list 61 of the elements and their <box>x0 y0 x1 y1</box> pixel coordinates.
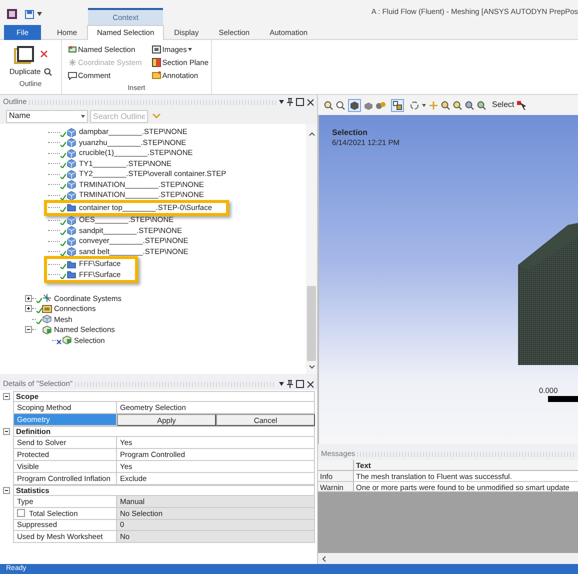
caret-icon[interactable] <box>37 12 42 16</box>
folder-icon <box>42 304 52 314</box>
caret-icon[interactable] <box>279 100 284 104</box>
cube-icon <box>67 159 76 168</box>
note-icon <box>152 71 162 80</box>
viewport-title: Selection <box>332 127 368 139</box>
zoom-icon[interactable] <box>441 100 450 110</box>
surface-icon <box>67 203 76 212</box>
frames-icon <box>393 100 402 110</box>
cube-icon <box>67 148 76 158</box>
zoom-icon[interactable] <box>336 100 345 110</box>
checkbox[interactable] <box>17 509 25 518</box>
toolbar-toggle[interactable] <box>348 98 361 112</box>
caret-icon <box>81 114 85 118</box>
scrollbar[interactable] <box>318 553 578 564</box>
close-icon[interactable] <box>307 98 314 106</box>
app-icon[interactable] <box>7 9 17 19</box>
axes-icon <box>68 58 77 67</box>
collapse-icon[interactable] <box>3 393 10 400</box>
save-icon[interactable] <box>25 10 34 19</box>
maximize-icon[interactable] <box>296 98 304 106</box>
pin-icon[interactable] <box>287 98 293 106</box>
cube-icon <box>67 236 76 246</box>
search-icon[interactable] <box>44 68 52 76</box>
cube-icon <box>67 226 76 236</box>
picture-frame-icon <box>152 45 162 54</box>
axes-icon <box>42 293 52 304</box>
select-button[interactable]: Select <box>492 99 514 111</box>
collapse-icon[interactable] <box>3 428 10 436</box>
duplicate-icon[interactable] <box>14 46 34 64</box>
toolbar-toggle[interactable] <box>391 98 404 112</box>
mesh-icon <box>42 314 52 324</box>
close-icon[interactable] <box>307 380 314 388</box>
cube-icon <box>67 128 76 137</box>
selection-icon <box>62 335 72 346</box>
speech-bubble-icon <box>68 71 77 80</box>
plane-icon <box>152 58 162 67</box>
selection-icon <box>68 45 77 54</box>
cursor-icon[interactable] <box>517 100 526 110</box>
zoom-icon[interactable] <box>465 100 474 110</box>
expand-icon[interactable] <box>25 305 32 312</box>
zoom-icon[interactable] <box>453 100 462 110</box>
cube-icon <box>67 170 76 179</box>
zoom-icon[interactable] <box>324 100 333 110</box>
rotate-icon[interactable] <box>410 100 419 110</box>
expand-icon[interactable] <box>25 294 32 302</box>
zoom-icon[interactable] <box>477 100 486 110</box>
pin-icon[interactable] <box>287 380 293 388</box>
cube-icon <box>67 138 76 148</box>
dropdown-value: Name <box>9 110 30 122</box>
cube-icon <box>67 180 76 190</box>
maximize-icon[interactable] <box>296 380 304 388</box>
column-dropdown[interactable]: Name <box>6 110 88 122</box>
caret-icon[interactable] <box>279 382 284 386</box>
scale-bar <box>548 396 578 402</box>
collapse-icon[interactable] <box>25 326 32 334</box>
selection-icon <box>42 324 52 335</box>
caret-icon[interactable] <box>422 104 426 106</box>
scrollbar-thumb[interactable] <box>307 286 316 361</box>
scrollbar[interactable] <box>306 124 317 374</box>
collapse-icon[interactable] <box>3 486 10 494</box>
